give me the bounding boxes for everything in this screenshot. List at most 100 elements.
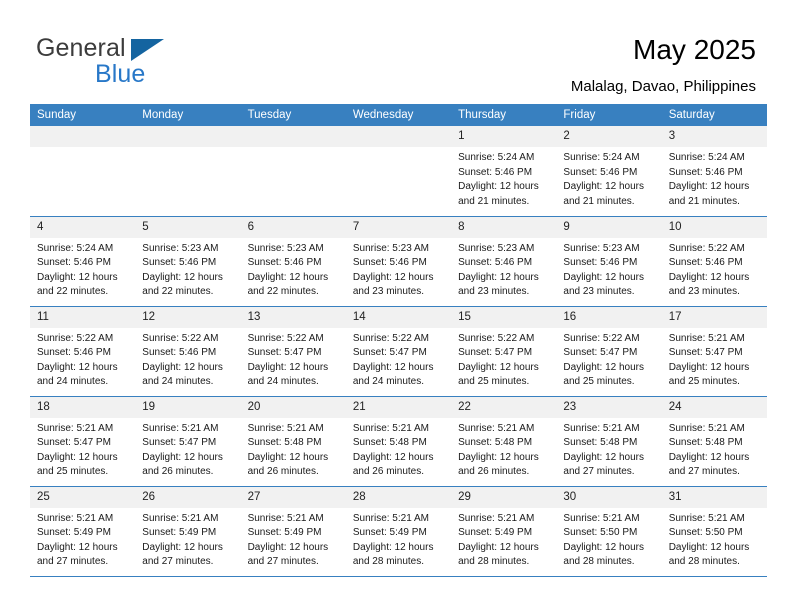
sunset-text: Sunset: 5:49 PM — [247, 527, 322, 539]
daylight-text-line1: Daylight: 12 hours — [352, 451, 434, 463]
day-cell-inner — [240, 126, 346, 215]
calendar-day-cell[interactable]: 2 Sunrise: 5:24 AM Sunset: 5:46 PM Daylight… — [556, 126, 662, 216]
day-details: Sunrise: 5:21 AM Sunset: 5:47 PM Daylight:… — [662, 328, 767, 390]
daylight-text-line2: and 24 minutes. — [352, 376, 425, 388]
calendar-day-cell[interactable]: 5 Sunrise: 5:23 AM Sunset: 5:46 PM Daylight… — [135, 215, 241, 306]
day-cell-inner: 3 Sunrise: 5:24 AM Sunset: 5:46 PM Daylight… — [661, 126, 767, 215]
calendar-day-cell[interactable]: 31 Sunrise: 5:21 AM Sunset: 5:50 PM Dayligh… — [661, 485, 767, 577]
page-title: May 2025 — [633, 34, 756, 65]
calendar-day-cell[interactable]: 29 Sunrise: 5:21 AM Sunset: 5:49 PM Dayligh… — [451, 485, 557, 577]
calendar-day-cell[interactable]: 1 Sunrise: 5:24 AM Sunset: 5:46 PM Daylight… — [451, 126, 557, 216]
day-details: Sunrise: 5:23 AM Sunset: 5:46 PM Daylight:… — [135, 238, 240, 300]
sunrise-text: Sunrise: 5:22 AM — [247, 332, 324, 344]
sunrise-text: Sunrise: 5:23 AM — [563, 242, 640, 254]
day-cell-inner: 17 Sunrise: 5:21 AM Sunset: 5:47 PM Dayligh… — [661, 306, 767, 396]
day-cell-inner — [135, 126, 241, 215]
calendar-day-cell[interactable]: 9 Sunrise: 5:23 AM Sunset: 5:46 PM Daylight… — [556, 215, 662, 306]
day-cell-inner: 1 Sunrise: 5:24 AM Sunset: 5:46 PM Daylight… — [451, 126, 557, 215]
calendar-day-cell[interactable]: 6 Sunrise: 5:23 AM Sunset: 5:46 PM Daylight… — [240, 215, 346, 306]
sunset-text: Sunset: 5:46 PM — [668, 257, 743, 269]
day-number: 28 — [345, 486, 452, 508]
calendar-day-cell[interactable]: 7 Sunrise: 5:23 AM Sunset: 5:46 PM Daylight… — [345, 215, 452, 306]
calendar-day-cell[interactable]: 4 Sunrise: 5:24 AM Sunset: 5:46 PM Daylight… — [30, 215, 136, 306]
calendar-body: 1 Sunrise: 5:24 AM Sunset: 5:46 PM Daylight… — [30, 126, 767, 577]
daylight-text-line2: and 21 minutes. — [563, 195, 635, 207]
sunrise-text: Sunrise: 5:21 AM — [142, 512, 219, 524]
calendar-day-cell[interactable]: 16 Sunrise: 5:22 AM Sunset: 5:47 PM Dayligh… — [556, 305, 662, 396]
day-details: Sunrise: 5:22 AM Sunset: 5:47 PM Daylight:… — [451, 328, 556, 390]
sunrise-text: Sunrise: 5:22 AM — [142, 332, 219, 344]
day-cell-inner: 28 Sunrise: 5:21 AM Sunset: 5:49 PM Dayligh… — [345, 486, 452, 576]
sunset-text: Sunset: 5:46 PM — [458, 257, 533, 269]
daylight-text-line1: Daylight: 12 hours — [142, 361, 223, 373]
calendar-day-cell[interactable]: 22 Sunrise: 5:21 AM Sunset: 5:48 PM Dayligh… — [451, 395, 557, 486]
day-details: Sunrise: 5:21 AM Sunset: 5:50 PM Daylight:… — [556, 508, 661, 570]
day-cell-inner: 23 Sunrise: 5:21 AM Sunset: 5:48 PM Dayligh… — [556, 396, 662, 486]
daylight-text-line1: Daylight: 12 hours — [142, 271, 223, 283]
sunset-text: Sunset: 5:47 PM — [37, 437, 111, 449]
day-cell-inner: 19 Sunrise: 5:21 AM Sunset: 5:47 PM Dayligh… — [135, 396, 241, 486]
weekday-header-thursday: Thursday — [451, 104, 557, 126]
sunrise-text: Sunrise: 5:22 AM — [352, 332, 429, 344]
day-details: Sunrise: 5:21 AM Sunset: 5:49 PM Daylight:… — [451, 508, 556, 570]
calendar-day-cell[interactable]: 13 Sunrise: 5:22 AM Sunset: 5:47 PM Dayligh… — [240, 305, 346, 396]
calendar-day-cell[interactable]: 26 Sunrise: 5:21 AM Sunset: 5:49 PM Dayligh… — [135, 485, 241, 577]
day-number: 17 — [661, 306, 767, 328]
calendar-day-cell[interactable]: 28 Sunrise: 5:21 AM Sunset: 5:49 PM Dayligh… — [345, 485, 452, 577]
calendar-day-cell[interactable]: 15 Sunrise: 5:22 AM Sunset: 5:47 PM Dayligh… — [451, 305, 557, 396]
calendar-day-cell[interactable]: 10 Sunrise: 5:22 AM Sunset: 5:46 PM Dayligh… — [661, 215, 767, 306]
sunset-text: Sunset: 5:47 PM — [563, 347, 638, 359]
day-cell-inner: 20 Sunrise: 5:21 AM Sunset: 5:48 PM Dayligh… — [240, 396, 346, 486]
day-number: 25 — [30, 486, 136, 508]
calendar-day-cell[interactable]: 11 Sunrise: 5:22 AM Sunset: 5:46 PM Dayligh… — [30, 305, 136, 396]
daylight-text-line2: and 28 minutes. — [458, 556, 530, 568]
sunrise-text: Sunrise: 5:22 AM — [668, 242, 745, 254]
daylight-text-line1: Daylight: 12 hours — [247, 361, 329, 373]
calendar-day-cell[interactable]: 20 Sunrise: 5:21 AM Sunset: 5:48 PM Dayligh… — [240, 395, 346, 486]
day-number: 31 — [661, 486, 767, 508]
calendar-day-cell[interactable]: 21 Sunrise: 5:21 AM Sunset: 5:48 PM Dayligh… — [345, 395, 452, 486]
calendar-day-cell[interactable]: 24 Sunrise: 5:21 AM Sunset: 5:48 PM Dayligh… — [661, 395, 767, 486]
general-blue-logo[interactable]: General Blue — [36, 36, 336, 92]
daylight-text-line1: Daylight: 12 hours — [37, 541, 118, 553]
calendar-day-cell[interactable]: 8 Sunrise: 5:23 AM Sunset: 5:46 PM Daylight… — [451, 215, 557, 306]
calendar-day-cell[interactable]: 17 Sunrise: 5:21 AM Sunset: 5:47 PM Dayligh… — [661, 305, 767, 396]
calendar-day-cell[interactable]: 25 Sunrise: 5:21 AM Sunset: 5:49 PM Dayligh… — [30, 485, 136, 577]
daylight-text-line1: Daylight: 12 hours — [458, 451, 539, 463]
calendar-day-cell — [135, 126, 241, 216]
daylight-text-line2: and 27 minutes. — [142, 556, 214, 568]
daylight-text-line2: and 25 minutes. — [563, 376, 635, 388]
sunset-text: Sunset: 5:46 PM — [458, 166, 533, 178]
daylight-text-line1: Daylight: 12 hours — [458, 541, 539, 553]
calendar-day-cell[interactable]: 30 Sunrise: 5:21 AM Sunset: 5:50 PM Dayligh… — [556, 485, 662, 577]
day-cell-inner — [30, 126, 136, 215]
day-cell-inner: 18 Sunrise: 5:21 AM Sunset: 5:47 PM Dayligh… — [30, 396, 136, 486]
calendar-day-cell[interactable]: 12 Sunrise: 5:22 AM Sunset: 5:46 PM Dayligh… — [135, 305, 241, 396]
day-number: 14 — [345, 306, 452, 328]
sunrise-text: Sunrise: 5:21 AM — [352, 422, 429, 434]
daylight-text-line2: and 27 minutes. — [563, 466, 635, 478]
day-number — [30, 126, 136, 147]
sunrise-text: Sunrise: 5:21 AM — [142, 422, 219, 434]
calendar-day-cell[interactable]: 27 Sunrise: 5:21 AM Sunset: 5:49 PM Dayligh… — [240, 485, 346, 577]
sunset-text: Sunset: 5:47 PM — [458, 347, 533, 359]
calendar-day-cell[interactable]: 19 Sunrise: 5:21 AM Sunset: 5:47 PM Dayligh… — [135, 395, 241, 486]
daylight-text-line2: and 26 minutes. — [247, 466, 319, 478]
day-details: Sunrise: 5:21 AM Sunset: 5:49 PM Daylight:… — [135, 508, 240, 570]
day-details: Sunrise: 5:23 AM Sunset: 5:46 PM Daylight:… — [556, 238, 661, 300]
daylight-text-line2: and 26 minutes. — [352, 466, 425, 478]
calendar-day-cell[interactable]: 3 Sunrise: 5:24 AM Sunset: 5:46 PM Daylight… — [661, 126, 767, 216]
sunset-text: Sunset: 5:47 PM — [352, 347, 427, 359]
daylight-text-line2: and 21 minutes. — [668, 195, 740, 207]
calendar-day-cell[interactable]: 23 Sunrise: 5:21 AM Sunset: 5:48 PM Dayligh… — [556, 395, 662, 486]
calendar-day-cell[interactable]: 18 Sunrise: 5:21 AM Sunset: 5:47 PM Dayligh… — [30, 395, 136, 486]
day-cell-inner: 27 Sunrise: 5:21 AM Sunset: 5:49 PM Dayligh… — [240, 486, 346, 576]
sunrise-text: Sunrise: 5:24 AM — [37, 242, 114, 254]
day-number — [345, 126, 452, 147]
daylight-text-line2: and 23 minutes. — [668, 286, 740, 298]
day-number: 16 — [556, 306, 662, 328]
sunset-text: Sunset: 5:48 PM — [563, 437, 638, 449]
daylight-text-line1: Daylight: 12 hours — [142, 541, 223, 553]
calendar-day-cell[interactable]: 14 Sunrise: 5:22 AM Sunset: 5:47 PM Dayligh… — [345, 305, 452, 396]
day-number: 15 — [451, 306, 557, 328]
